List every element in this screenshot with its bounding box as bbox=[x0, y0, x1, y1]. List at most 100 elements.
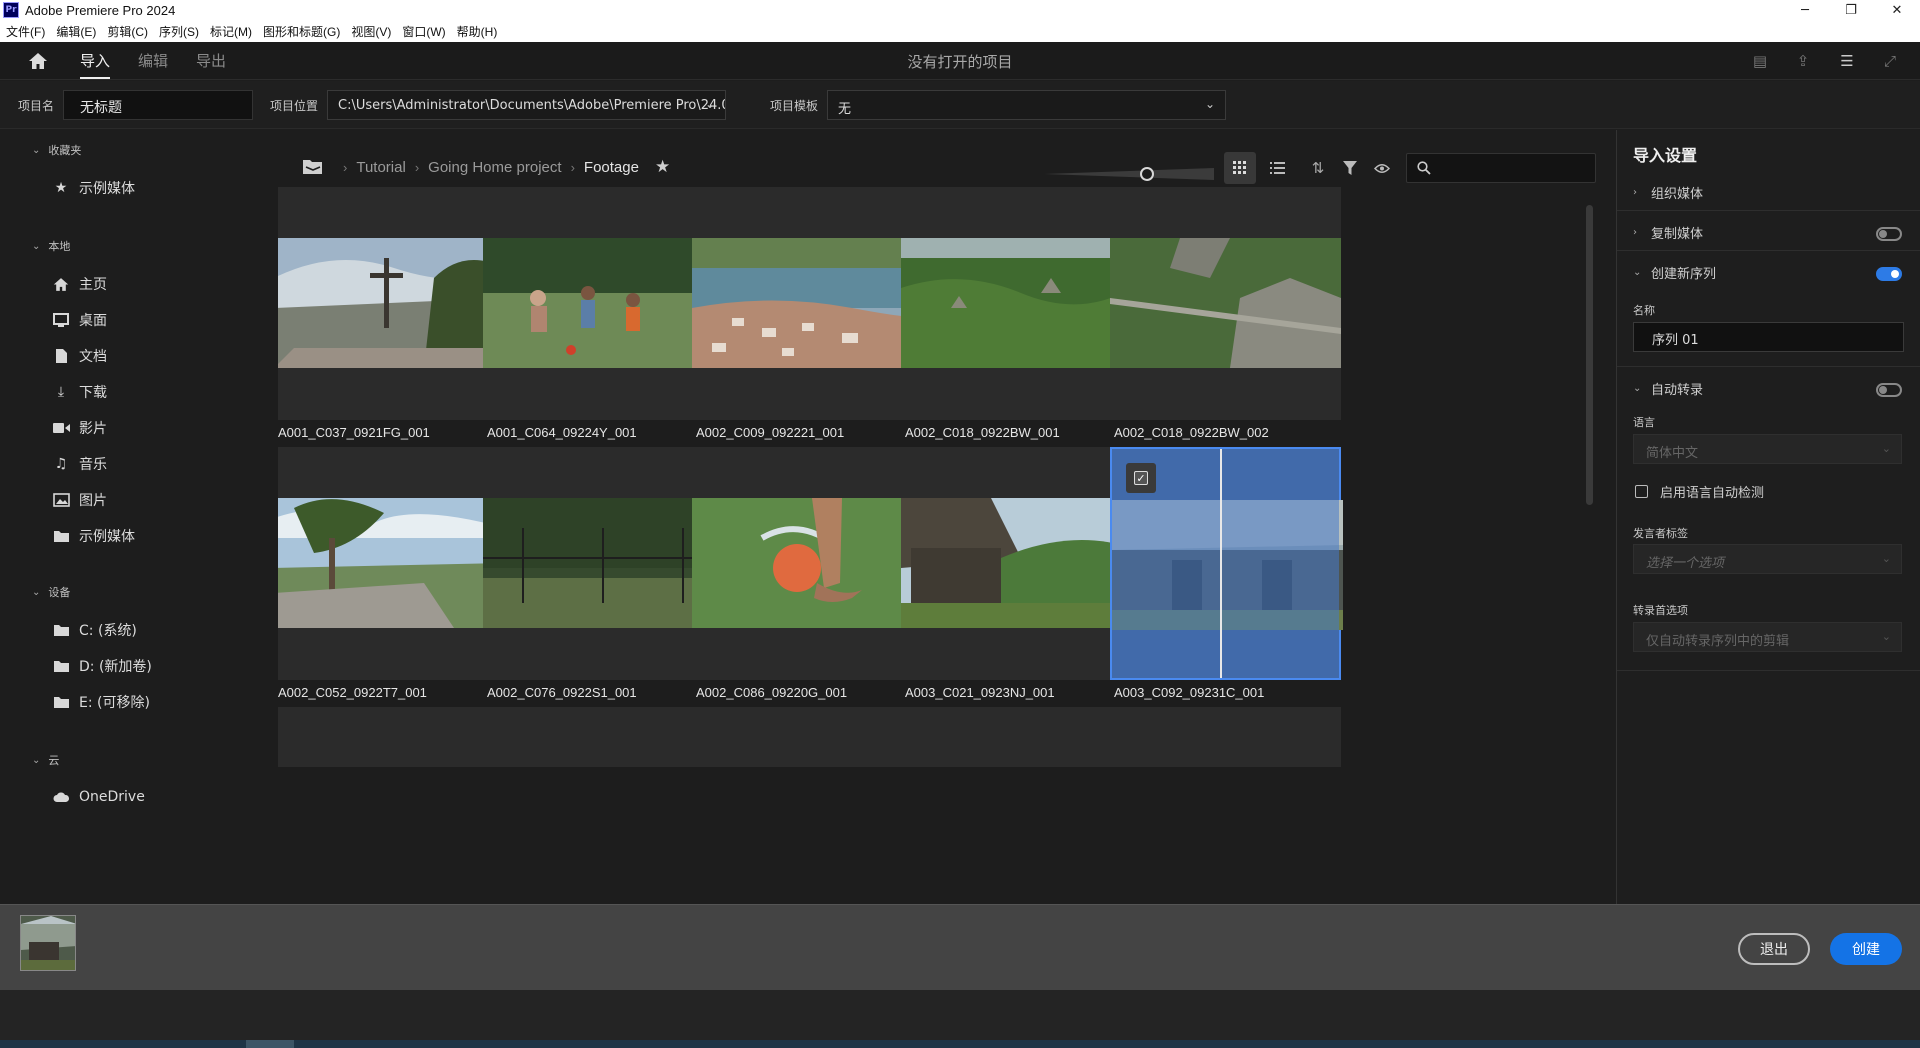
clip-card[interactable] bbox=[901, 187, 1132, 420]
clip-card-placeholder[interactable] bbox=[483, 707, 714, 767]
thumbnail-size-slider[interactable] bbox=[1044, 167, 1214, 181]
breadcrumb-item[interactable]: Tutorial bbox=[356, 159, 405, 176]
exit-button[interactable]: 退出 bbox=[1738, 933, 1810, 965]
grid-view-icon[interactable] bbox=[1224, 152, 1256, 184]
selected-clip-thumbnail[interactable] bbox=[20, 915, 76, 971]
project-location-value: C:\Users\Administrator\Documents\Adobe\P… bbox=[338, 98, 726, 113]
list-view-icon[interactable] bbox=[1261, 152, 1293, 184]
auto-transcribe-row[interactable]: ⌄ 自动转录 bbox=[1633, 379, 1902, 398]
sidebar-item-sample-media[interactable]: 示例媒体 bbox=[52, 526, 135, 546]
language-select[interactable]: 简体中文 ⌄ bbox=[1633, 434, 1902, 464]
project-name-input[interactable]: 无标题 bbox=[63, 90, 253, 120]
workspace-menu-icon[interactable]: ☰ bbox=[1838, 52, 1856, 70]
clip-name: A002_C052_0922T7_001 bbox=[278, 685, 427, 700]
clip-thumbnail bbox=[901, 498, 1132, 628]
transcribe-pref-select[interactable]: 仅自动转录序列中的剪辑 ⌄ bbox=[1633, 622, 1902, 652]
import-settings-panel: 导入设置 › 组织媒体 › 复制媒体 ⌄ 创建新序列 名称 序列 01 ⌄ 自动转录 语… bbox=[1616, 130, 1920, 904]
sidebar-item-downloads[interactable]: ⤓ 下载 bbox=[52, 382, 107, 402]
search-input[interactable] bbox=[1406, 153, 1596, 183]
clip-card[interactable] bbox=[692, 447, 923, 680]
scrub-playhead[interactable] bbox=[1220, 449, 1222, 678]
clip-checkbox[interactable]: ✓ bbox=[1126, 463, 1156, 493]
menu-help[interactable]: 帮助(H) bbox=[457, 23, 498, 40]
clip-card-placeholder[interactable] bbox=[901, 707, 1132, 767]
sidebar-item-drive-c[interactable]: C: (系统) bbox=[52, 620, 137, 640]
sidebar-item-home[interactable]: 主页 bbox=[52, 274, 107, 294]
section-cloud[interactable]: ⌄ 云 bbox=[32, 752, 59, 768]
minimize-icon[interactable]: ─ bbox=[1782, 0, 1828, 20]
eye-icon[interactable] bbox=[1366, 152, 1398, 184]
star-icon[interactable]: ★ bbox=[655, 157, 670, 177]
fullscreen-icon[interactable]: ⤢ bbox=[1881, 52, 1899, 70]
sequence-name-input[interactable]: 序列 01 bbox=[1633, 322, 1904, 352]
menu-sequence[interactable]: 序列(S) bbox=[159, 23, 199, 40]
clip-thumbnail bbox=[1110, 238, 1341, 368]
sidebar-item-music[interactable]: ♫ 音乐 bbox=[52, 454, 107, 474]
clip-card[interactable] bbox=[1110, 187, 1341, 420]
sequence-name-label: 名称 bbox=[1633, 304, 1655, 317]
restore-icon[interactable]: ❐ bbox=[1828, 0, 1874, 20]
create-sequence-row[interactable]: ⌄ 创建新序列 bbox=[1633, 263, 1902, 282]
scrollbar[interactable] bbox=[1586, 205, 1593, 505]
sidebar-item-desktop[interactable]: 桌面 bbox=[52, 310, 107, 330]
sidebar-item-drive-e[interactable]: E: (可移除) bbox=[52, 692, 150, 712]
sidebar-item-pictures[interactable]: 图片 bbox=[52, 490, 107, 510]
menu-markers[interactable]: 标记(M) bbox=[210, 23, 252, 40]
menu-graphics[interactable]: 图形和标题(G) bbox=[263, 23, 340, 40]
copy-media-label: 复制媒体 bbox=[1651, 227, 1704, 242]
sidebar-item-sample-media-fav[interactable]: ★ 示例媒体 bbox=[52, 178, 135, 198]
copy-media-toggle[interactable] bbox=[1876, 227, 1902, 241]
menu-edit[interactable]: 编辑(E) bbox=[56, 23, 96, 40]
sidebar-item-onedrive[interactable]: OneDrive bbox=[52, 788, 145, 806]
sidebar-item-label: E: (可移除) bbox=[79, 695, 150, 711]
auto-detect-checkbox[interactable]: 启用语言自动检测 bbox=[1635, 482, 1764, 501]
create-sequence-toggle[interactable] bbox=[1876, 267, 1902, 281]
folder-open-icon[interactable] bbox=[302, 158, 324, 176]
section-devices[interactable]: ⌄ 设备 bbox=[32, 584, 70, 600]
project-template-select[interactable]: 无 ⌄ bbox=[827, 90, 1226, 120]
speaker-select[interactable]: 选择一个选项 ⌄ bbox=[1633, 544, 1902, 574]
chevron-right-icon: › bbox=[1633, 227, 1637, 238]
quick-export-icon[interactable]: ▤ bbox=[1751, 52, 1769, 70]
copy-media-row[interactable]: › 复制媒体 bbox=[1633, 223, 1902, 242]
clip-name: A002_C086_09220G_001 bbox=[696, 685, 848, 700]
menu-window[interactable]: 窗口(W) bbox=[402, 23, 445, 40]
clip-card[interactable] bbox=[483, 447, 714, 680]
sidebar-item-label: 下载 bbox=[79, 385, 107, 401]
menu-view[interactable]: 视图(V) bbox=[351, 23, 391, 40]
sidebar-item-drive-d[interactable]: D: (新加卷) bbox=[52, 656, 152, 676]
chevron-down-icon: ⌄ bbox=[32, 586, 41, 598]
checkbox-box bbox=[1635, 485, 1648, 498]
organize-media-row[interactable]: › 组织媒体 bbox=[1633, 183, 1902, 202]
clip-card[interactable] bbox=[901, 447, 1132, 680]
menu-file[interactable]: 文件(F) bbox=[6, 23, 45, 40]
clip-card[interactable] bbox=[278, 447, 505, 680]
filter-icon[interactable] bbox=[1334, 152, 1366, 184]
breadcrumb-item[interactable]: Going Home project bbox=[428, 159, 561, 176]
folder-icon bbox=[52, 621, 70, 639]
clip-card[interactable] bbox=[483, 187, 714, 420]
chevron-down-icon: ⌄ bbox=[704, 97, 715, 111]
clip-card-placeholder[interactable] bbox=[1110, 707, 1341, 767]
clip-card-placeholder[interactable] bbox=[692, 707, 923, 767]
breadcrumb: › Tutorial › Going Home project › Footag… bbox=[302, 157, 670, 177]
sidebar-item-documents[interactable]: 文档 bbox=[52, 346, 107, 366]
close-icon[interactable]: ✕ bbox=[1874, 0, 1920, 20]
sort-icon[interactable]: ⇅ bbox=[1302, 152, 1334, 184]
share-icon[interactable]: ⇪ bbox=[1794, 52, 1812, 70]
section-local[interactable]: ⌄ 本地 bbox=[32, 238, 70, 254]
clip-card[interactable]: ✓ bbox=[1110, 447, 1343, 680]
clip-name: A002_C009_092221_001 bbox=[696, 425, 845, 440]
clip-card-placeholder[interactable] bbox=[278, 707, 505, 767]
create-button[interactable]: 创建 bbox=[1830, 933, 1902, 965]
auto-detect-label: 启用语言自动检测 bbox=[1660, 486, 1765, 501]
clip-card[interactable] bbox=[278, 187, 505, 420]
clip-card[interactable] bbox=[692, 187, 923, 420]
clip-name: A002_C018_0922BW_002 bbox=[1114, 425, 1269, 440]
section-favorites[interactable]: ⌄ 收藏夹 bbox=[32, 142, 81, 158]
project-location-select[interactable]: C:\Users\Administrator\Documents\Adobe\P… bbox=[327, 90, 726, 120]
auto-transcribe-toggle[interactable] bbox=[1876, 383, 1902, 397]
sidebar-item-videos[interactable]: 影片 bbox=[52, 418, 107, 438]
project-location-label: 项目位置 bbox=[270, 99, 319, 113]
menu-clip[interactable]: 剪辑(C) bbox=[107, 23, 148, 40]
